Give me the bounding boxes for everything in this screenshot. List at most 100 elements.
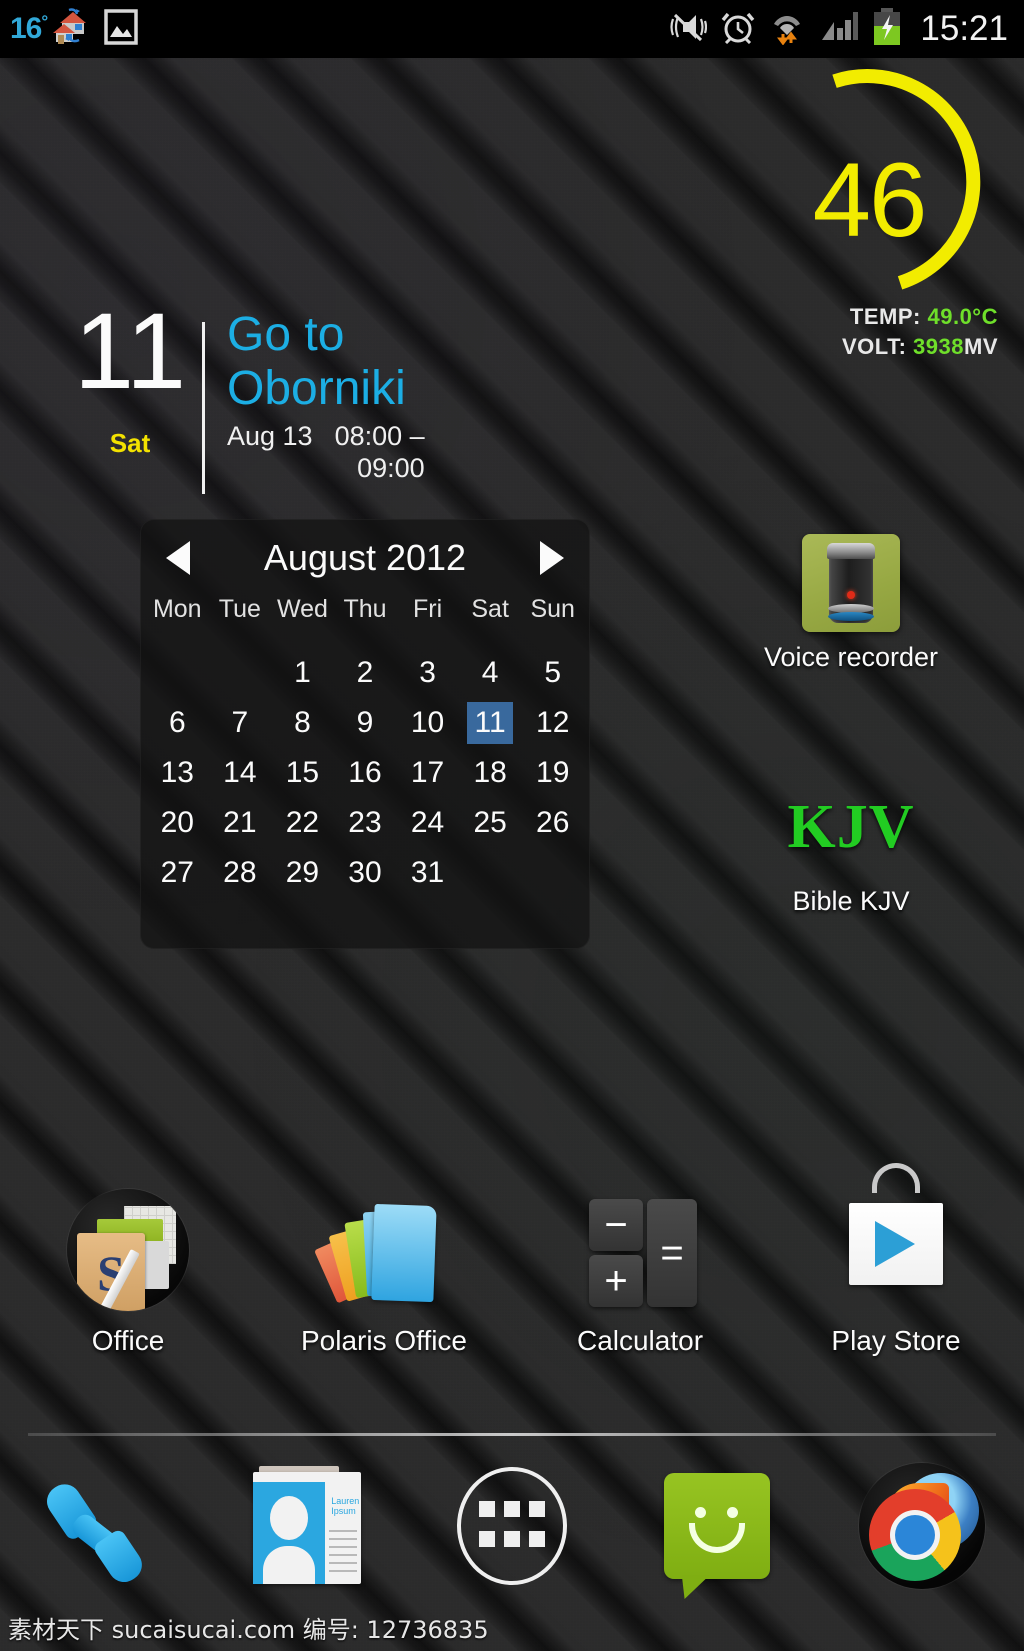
calendar-day-number: 25 — [473, 806, 507, 839]
calendar-cell-empty — [209, 648, 272, 698]
dock-messaging[interactable] — [614, 1456, 819, 1596]
voice-recorder-icon — [802, 534, 900, 632]
shortcut-bible-kjv[interactable]: KJV Bible KJV — [746, 778, 956, 917]
calendar-day-number: 24 — [410, 806, 445, 839]
alarm-icon — [720, 10, 756, 49]
calendar-prev-arrow-icon[interactable] — [166, 541, 190, 575]
calendar-day-number: 19 — [536, 756, 570, 789]
calendar-cell[interactable]: 12 — [521, 698, 584, 748]
status-clock: 15:21 — [920, 9, 1008, 48]
calendar-day-number: 8 — [294, 706, 311, 739]
app-label: Polaris Office — [301, 1325, 467, 1356]
office-app-icon: S — [63, 1185, 193, 1315]
app-play-store[interactable]: Play Store — [768, 1163, 1024, 1357]
calendar-header: August 2012 — [146, 531, 584, 581]
calendar-cell[interactable]: 6 — [146, 698, 209, 748]
calendar-cell[interactable]: 1 — [271, 648, 334, 698]
contacts-icon: Lauren Ipsum — [253, 1466, 362, 1586]
calendar-day-number: 9 — [356, 706, 374, 739]
calendar-day-number: 21 — [223, 806, 257, 839]
calendar-cell[interactable]: 24 — [396, 798, 459, 848]
calendar-day-grid[interactable]: 1 2 3 4 5 6 7 8 9 10 11 12 13 14 15 16 17 18 19 20 21 22 23 24 2… — [146, 648, 584, 898]
calendar-day-number: 30 — [348, 856, 382, 889]
calendar-day-number: 10 — [410, 706, 445, 739]
calendar-cell[interactable]: 4 — [459, 648, 522, 698]
calendar-cell[interactable]: 25 — [459, 798, 522, 848]
calendar-cell[interactable]: 10 — [396, 698, 459, 748]
chrome-icon — [868, 1489, 961, 1581]
calendar-dow-header: Tue — [218, 595, 261, 623]
calendar-cell[interactable]: 18 — [459, 748, 522, 798]
calendar-dow-header: Wed — [276, 595, 328, 623]
calendar-cell[interactable]: 7 — [209, 698, 272, 748]
wifi-transfer-icon — [769, 9, 805, 50]
calendar-cell[interactable]: 26 — [521, 798, 584, 848]
browser-folder-icon — [858, 1463, 985, 1589]
temp-value: 49.0°C — [927, 304, 998, 329]
calendar-cell[interactable]: 30 — [334, 848, 397, 898]
event-title[interactable]: Go to Oborniki — [227, 308, 507, 416]
calendar-cell[interactable]: 22 — [271, 798, 334, 848]
dock-browser-folder[interactable] — [819, 1456, 1024, 1596]
calendar-cell[interactable]: 28 — [209, 848, 272, 898]
dock-phone[interactable] — [0, 1456, 205, 1596]
temp-label: TEMP: — [849, 304, 921, 329]
status-bar: 16° 15:21 — [0, 0, 1024, 58]
calendar-cell[interactable]: 21 — [209, 798, 272, 848]
app-polaris-office[interactable]: Polaris Office — [256, 1185, 512, 1357]
calendar-day-number: 7 — [231, 706, 249, 739]
calendar-cell[interactable]: 20 — [146, 798, 209, 848]
calendar-dow-header: Sat — [471, 595, 509, 623]
calendar-cell[interactable]: 19 — [521, 748, 584, 798]
shortcut-label: Bible KJV — [792, 886, 910, 916]
calendar-day-number: 31 — [410, 856, 445, 889]
calendar-dow-header: Fri — [412, 595, 443, 623]
calendar-cell[interactable]: 27 — [146, 848, 209, 898]
calendar-day-number: 13 — [160, 756, 194, 789]
calendar-cell[interactable]: 14 — [209, 748, 272, 798]
calendar-cell[interactable]: 15 — [271, 748, 334, 798]
dock-app-drawer[interactable] — [410, 1456, 615, 1596]
calendar-cell[interactable]: 29 — [271, 848, 334, 898]
dock-contacts[interactable]: Lauren Ipsum — [205, 1456, 410, 1596]
calendar-day-number: 11 — [467, 702, 514, 744]
month-calendar-widget[interactable]: August 2012 Mon Tue Wed Thu Fri Sat Sun 123456… — [140, 519, 590, 949]
calendar-cell[interactable]: 3 — [396, 648, 459, 698]
app-calculator[interactable]: − + = Calculator — [512, 1185, 768, 1357]
event-date: Aug 13 — [227, 421, 313, 451]
calculator-icon: − + = — [575, 1185, 705, 1315]
calendar-day-number: 1 — [294, 656, 311, 689]
calendar-cell[interactable]: 23 — [334, 798, 397, 848]
calendar-cell-empty — [146, 648, 209, 698]
app-shortcut-row: S Office Polaris Office − + = Calculator — [0, 1163, 1024, 1357]
calendar-day-number: 22 — [285, 806, 320, 839]
calendar-event-widget[interactable]: 11 Sat Go to Oborniki Aug 13 08:00 –09:0… — [50, 297, 510, 510]
calendar-cell[interactable]: 5 — [521, 648, 584, 698]
calendar-day-number: 26 — [536, 806, 570, 839]
contacts-card-text: Lauren Ipsum — [331, 1496, 360, 1516]
battery-circle-widget[interactable]: 46 TEMP: 49.0°C VOLT: 3938MV — [770, 52, 1015, 362]
calendar-cell[interactable]: 13 — [146, 748, 209, 798]
calc-equals-key: = — [647, 1199, 697, 1307]
calendar-cell[interactable]: 31 — [396, 848, 459, 898]
calendar-dow-header: Thu — [343, 595, 387, 623]
app-label: Calculator — [576, 1325, 704, 1356]
calendar-cell[interactable]: 9 — [334, 698, 397, 748]
calendar-cell[interactable]: 2 — [334, 648, 397, 698]
shortcut-label: Voice recorder — [763, 642, 939, 672]
signal-icon — [818, 10, 860, 49]
volt-label: VOLT: — [842, 334, 907, 359]
app-drawer-icon — [456, 1467, 567, 1585]
app-office[interactable]: S Office — [0, 1185, 256, 1357]
calendar-dow-header: Sun — [530, 595, 575, 623]
calendar-next-arrow-icon[interactable] — [540, 541, 564, 575]
calendar-cell[interactable]: 8 — [271, 698, 334, 748]
calendar-day-number: 6 — [168, 706, 186, 739]
vibrate-mute-icon — [669, 10, 708, 49]
shortcut-voice-recorder[interactable]: Voice recorder — [746, 534, 956, 673]
gallery-image-icon — [101, 7, 141, 52]
calendar-cell[interactable]: 16 — [334, 748, 397, 798]
play-store-icon — [831, 1163, 961, 1315]
calendar-cell-today[interactable]: 11 — [459, 698, 522, 748]
calendar-cell[interactable]: 17 — [396, 748, 459, 798]
